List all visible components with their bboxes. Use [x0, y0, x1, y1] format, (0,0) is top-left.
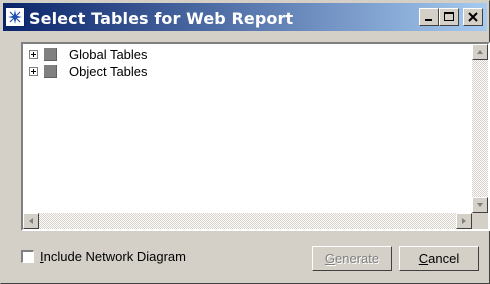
close-icon — [468, 12, 478, 22]
table-folder-icon — [44, 64, 57, 78]
close-button[interactable] — [463, 8, 483, 26]
tree-item-global-tables[interactable]: Global Tables — [29, 46, 148, 62]
scroll-up-button[interactable] — [472, 44, 488, 60]
arrow-left-icon — [29, 218, 33, 224]
expand-plus-icon[interactable] — [29, 66, 38, 76]
maximize-button[interactable] — [439, 8, 459, 26]
cancel-button-label: Cancel — [418, 251, 460, 266]
title-bar[interactable]: Select Tables for Web Report — [3, 3, 487, 31]
include-network-diagram-label[interactable]: Include Network Diagram — [40, 249, 186, 264]
cancel-button[interactable]: Cancel — [399, 246, 479, 271]
app-icon — [5, 7, 25, 27]
scroll-right-button[interactable] — [456, 213, 472, 229]
vertical-scrollbar[interactable] — [472, 44, 488, 213]
generate-button-label: Generate — [324, 251, 380, 266]
tree-item-label: Object Tables — [69, 63, 148, 79]
arrow-up-icon — [477, 50, 483, 54]
arrow-right-icon — [462, 218, 466, 224]
table-folder-icon — [44, 47, 57, 61]
minimize-button[interactable] — [419, 8, 439, 26]
minimize-icon — [425, 19, 432, 21]
window-title: Select Tables for Web Report — [29, 9, 294, 28]
include-network-diagram-option[interactable]: Include Network Diagram — [21, 249, 186, 264]
tree-item-label: Global Tables — [69, 46, 148, 62]
dialog-window: Select Tables for Web Report Global Tabl… — [0, 0, 490, 284]
scrollbar-corner — [472, 213, 488, 229]
tree-item-object-tables[interactable]: Object Tables — [29, 63, 148, 79]
scroll-left-button[interactable] — [23, 213, 39, 229]
horizontal-scrollbar[interactable] — [23, 213, 472, 229]
include-network-diagram-checkbox[interactable] — [21, 250, 34, 263]
arrow-down-icon — [477, 203, 483, 207]
generate-button[interactable]: Generate — [312, 246, 392, 271]
tables-tree[interactable]: Global Tables Object Tables — [21, 42, 490, 231]
expand-plus-icon[interactable] — [29, 49, 38, 59]
maximize-icon — [444, 12, 454, 21]
scroll-down-button[interactable] — [472, 197, 488, 213]
